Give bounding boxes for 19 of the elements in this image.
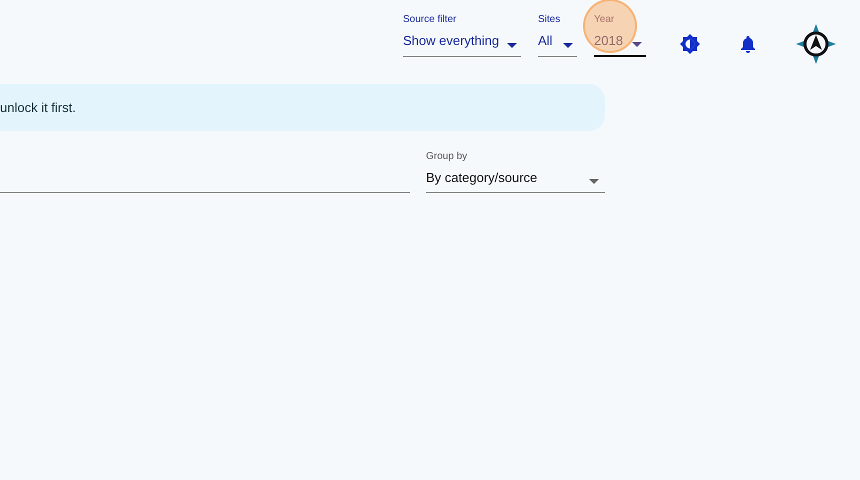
field-label: Source filter [403, 13, 456, 27]
caret-icon [563, 42, 573, 48]
filter-select[interactable]: Source filter Show everything [403, 12, 521, 56]
select-value: 2018 [594, 32, 623, 50]
select-value: Show everything [403, 32, 500, 50]
select-value: All [538, 32, 552, 50]
field-label: Group by [426, 150, 468, 164]
caret-icon [589, 178, 599, 184]
filter-select[interactable]: Sites All [538, 12, 577, 56]
caret-icon [507, 42, 517, 48]
group-by-select[interactable]: Group by By category/source [426, 149, 605, 192]
compass-logo-icon[interactable] [796, 24, 836, 64]
select-value: By category/source [426, 169, 538, 187]
caret-icon [632, 42, 642, 46]
field-label: Sites [538, 13, 560, 27]
bell-icon[interactable] [740, 35, 756, 53]
field-label: Year [594, 13, 614, 27]
brightness-icon[interactable] [680, 34, 700, 54]
alert-message: unlock it first. [0, 98, 76, 117]
